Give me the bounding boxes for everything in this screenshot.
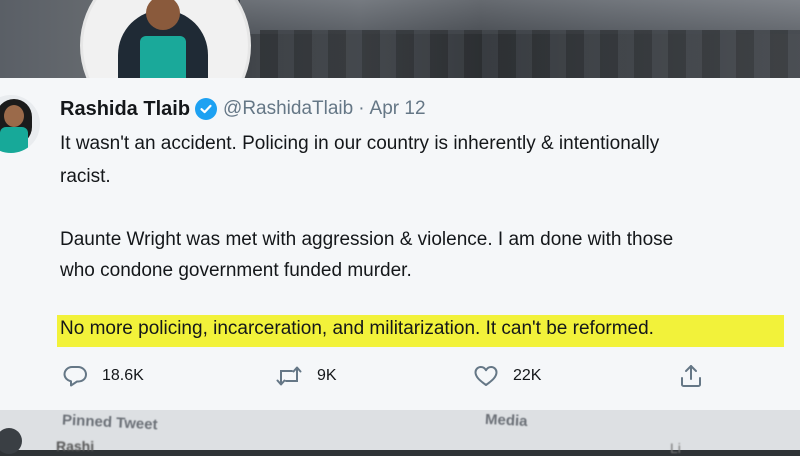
retweet-count: 9K: [317, 367, 337, 384]
retweet-button[interactable]: 9K: [275, 363, 337, 389]
retweet-icon: [276, 366, 302, 386]
tweet-text-line-4: who condone government funded murder.: [60, 260, 412, 281]
tab-likes-partial[interactable]: Li: [670, 440, 681, 456]
tweet-author-avatar[interactable]: [0, 95, 40, 153]
like-button[interactable]: 22K: [473, 363, 541, 389]
tweet-text-line-5-highlighted: No more policing, incarceration, and mil…: [60, 318, 654, 339]
heart-icon: [474, 366, 498, 386]
banner-sky: [240, 0, 800, 34]
tweet-card[interactable]: Rashida Tlaib @RashidaTlaib · Apr 12 It …: [0, 78, 800, 410]
reply-icon: [63, 366, 87, 387]
tweet-text-line-2: racist.: [60, 166, 111, 187]
peek-author-name: Rashi: [56, 438, 95, 454]
author-name[interactable]: Rashida Tlaib: [60, 98, 190, 121]
separator-dot: ·: [358, 98, 365, 119]
author-handle[interactable]: @RashidaTlaib: [223, 98, 353, 120]
profile-tabs-background: Pinned Tweet Media Rashi Li: [0, 410, 800, 456]
banner-bridge: [260, 30, 800, 78]
profile-photo-shirt: [140, 36, 186, 78]
tab-media[interactable]: Media: [485, 411, 528, 430]
like-count: 22K: [513, 367, 542, 384]
reply-button[interactable]: 18.6K: [62, 363, 144, 389]
tweet-text-line-3: Daunte Wright was met with aggression & …: [60, 229, 674, 250]
verified-badge-icon: [195, 98, 218, 120]
share-icon: [681, 365, 701, 387]
tweet-header: Rashida Tlaib @RashidaTlaib · Apr 12: [60, 95, 426, 123]
pinned-tweet-label: Pinned Tweet: [61, 411, 158, 434]
tweet-date[interactable]: Apr 12: [370, 98, 426, 120]
profile-banner-background: [0, 0, 800, 78]
avatar-face: [4, 105, 24, 127]
tweet-text-line-1: It wasn't an accident. Policing in our c…: [60, 133, 660, 154]
peek-avatar: [0, 428, 22, 454]
avatar-shirt: [0, 127, 28, 153]
share-button[interactable]: [678, 363, 704, 389]
reply-count: 18.6K: [102, 367, 144, 384]
